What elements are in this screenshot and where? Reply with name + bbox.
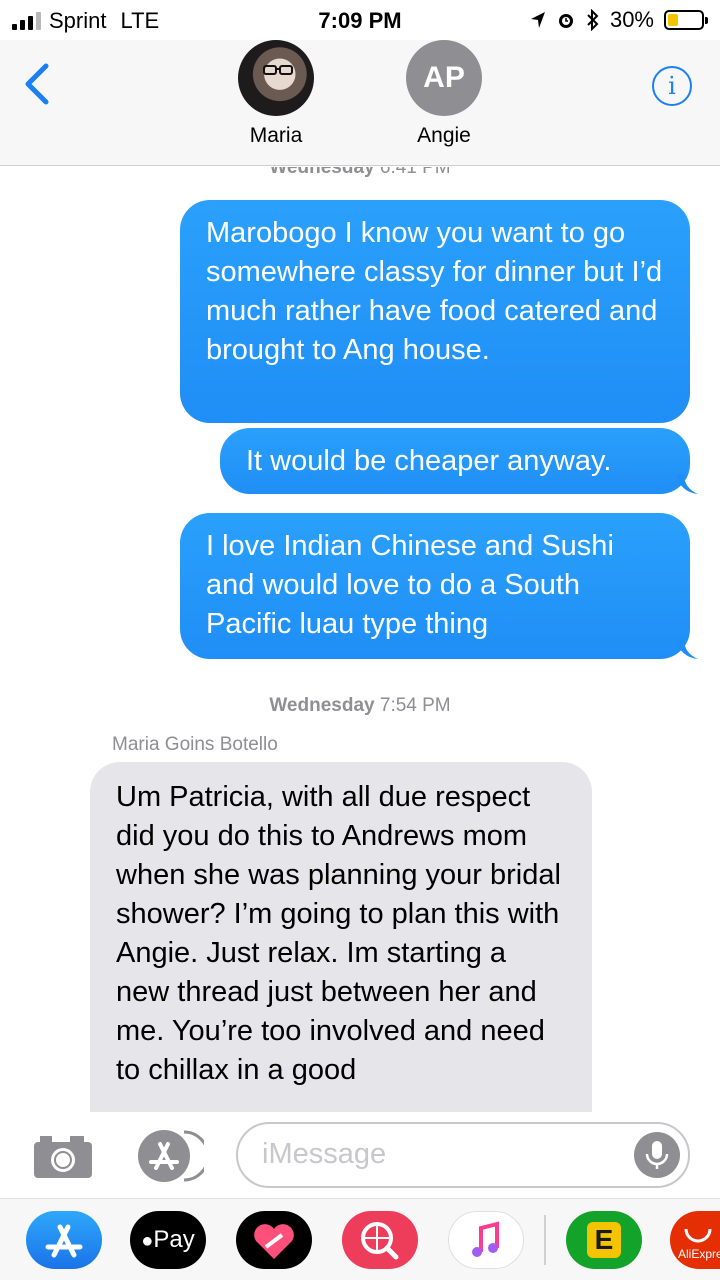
battery-icon (664, 10, 708, 30)
info-icon[interactable]: i (652, 66, 692, 106)
bubble-tail (676, 639, 698, 659)
outgoing-message[interactable]: I love Indian Chinese and Sushi and woul… (180, 513, 698, 659)
music-app-icon[interactable] (448, 1211, 524, 1269)
aliexpress-label: AliExpre (678, 1247, 720, 1261)
incoming-message[interactable]: Um Patricia, with all due respect did yo… (90, 762, 592, 1112)
divider (544, 1215, 546, 1265)
alarm-icon (558, 14, 573, 28)
conversation-header: Maria AP Angie i (0, 40, 720, 166)
message-input-bar: iMessage (0, 1112, 720, 1198)
sender-name: Maria Goins Botello (112, 734, 278, 755)
bluetooth-icon (587, 9, 599, 31)
web-search-app-icon[interactable] (342, 1211, 418, 1269)
emoji-game-label: E (586, 1222, 622, 1258)
imessage-app-drawer: ●Pay E AliExpre (0, 1198, 720, 1280)
message-text: It would be cheaper anyway. (246, 445, 612, 477)
camera-icon[interactable] (32, 1132, 94, 1180)
timestamp: Wednesday 7:54 PM (269, 695, 451, 716)
contact-angie[interactable]: AP Angie (384, 40, 504, 148)
apple-pay-label: Pay (153, 1226, 195, 1253)
battery-percent: 30% (609, 7, 654, 32)
location-icon (530, 12, 545, 28)
aliexpress-app-icon[interactable]: AliExpre (670, 1211, 720, 1269)
avatar (238, 40, 314, 116)
conversation-thread[interactable]: Wednesday 6:41 PM Marobogo I know you wa… (0, 167, 720, 1112)
avatar: AP (406, 40, 482, 116)
message-input[interactable]: iMessage (236, 1122, 690, 1188)
emoji-game-app-icon[interactable]: E (566, 1211, 642, 1269)
microphone-icon[interactable] (634, 1132, 680, 1178)
message-input-placeholder: iMessage (262, 1138, 387, 1170)
contact-maria[interactable]: Maria (216, 40, 336, 148)
timestamp: Wednesday 6:41 PM (269, 167, 451, 178)
app-store-app-icon[interactable] (26, 1211, 102, 1269)
bubble-tail (676, 474, 698, 494)
apple-pay-app-icon[interactable]: ●Pay (130, 1211, 206, 1269)
message-text: Um Patricia, with all due respect did yo… (116, 781, 561, 1086)
chevron-left-icon[interactable] (20, 62, 56, 106)
app-store-icon[interactable] (134, 1128, 204, 1184)
status-bar-right: 30% (530, 7, 708, 33)
outgoing-message[interactable]: Marobogo I know you want to go somewhere… (180, 200, 690, 423)
message-text: I love Indian Chinese and Sushi and woul… (206, 530, 614, 640)
status-bar: Sprint LTE 7:09 PM 30% (0, 0, 720, 40)
contact-name: Maria (249, 124, 303, 147)
message-text: Marobogo I know you want to go somewhere… (206, 217, 663, 366)
outgoing-message[interactable]: It would be cheaper anyway. (220, 428, 698, 494)
contact-name: Angie (417, 124, 471, 147)
digital-touch-app-icon[interactable] (236, 1211, 312, 1269)
battery-fill (668, 14, 678, 26)
